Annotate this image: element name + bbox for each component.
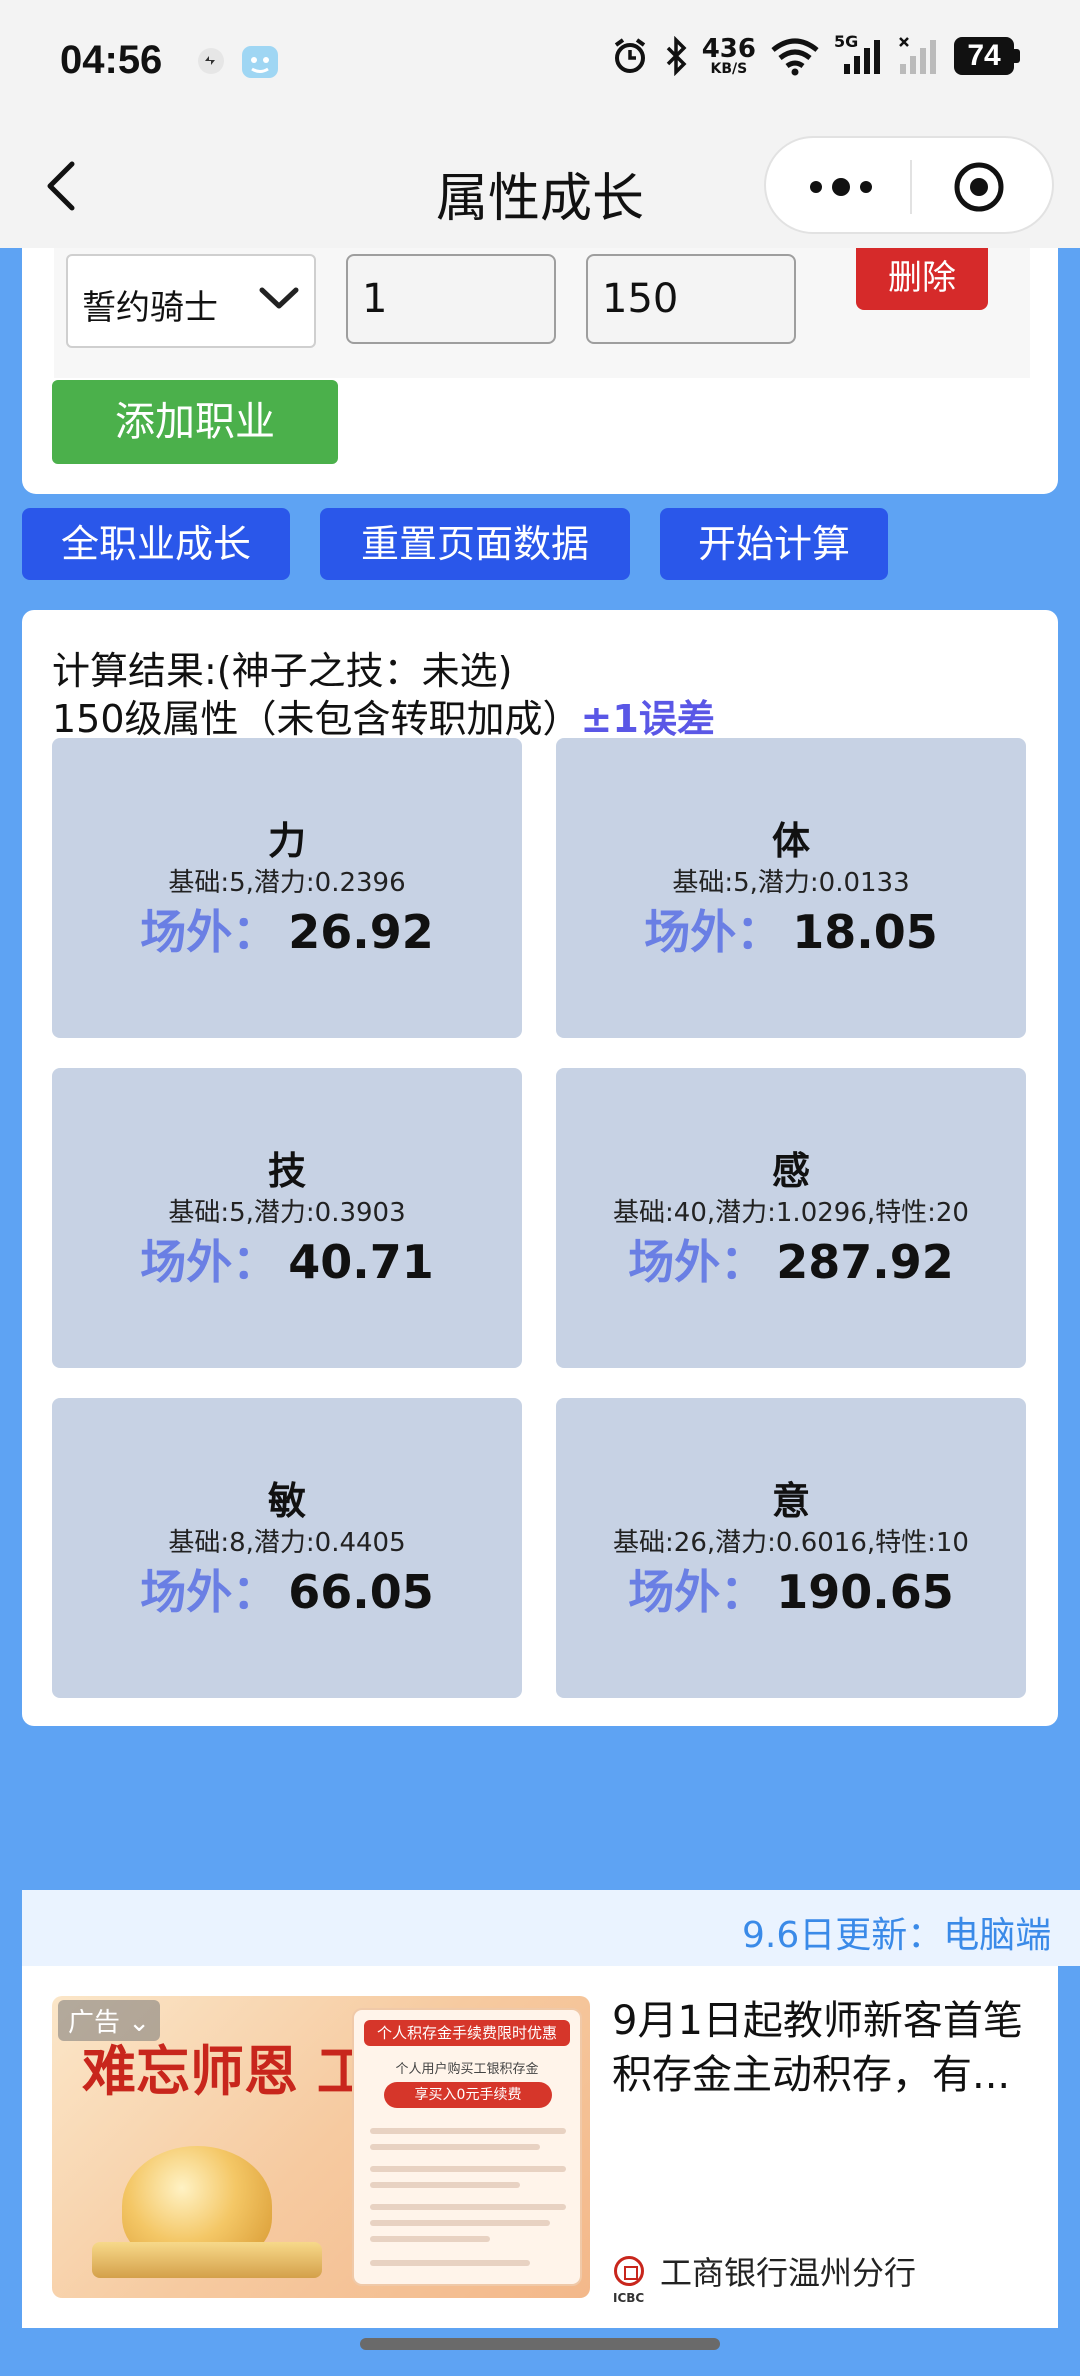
stat-value: 26.92 — [288, 905, 434, 959]
stat-value: 190.65 — [776, 1565, 954, 1619]
status-icons: 436 KB/S 5G 74 — [610, 32, 1020, 76]
ad-card[interactable]: 难忘师恩 工行有礼 个人积存金手续费限时优惠 个人用户购买工银积存金 享买入0元… — [22, 1966, 1058, 2328]
stat-name: 力 — [267, 819, 306, 863]
ad-image-card-title: 个人积存金手续费限时优惠 — [364, 2020, 570, 2046]
start-level-input[interactable]: 1 — [346, 254, 556, 344]
add-job-button[interactable]: 添加职业 — [52, 380, 338, 464]
battery-level: 74 — [954, 37, 1014, 75]
stat-name: 感 — [771, 1149, 810, 1193]
stat-value-row: 场外： 40.71 — [52, 1226, 522, 1292]
job-select[interactable]: 誓约骑士 — [66, 254, 316, 348]
net-speed-value: 436 — [701, 34, 756, 64]
update-marquee[interactable]: 9.6日更新：电脑端 — [22, 1890, 1080, 1966]
results-panel: 计算结果:(神子之技：未选) 150级属性（未包含转职加成）±1误差 力 基础:… — [22, 610, 1058, 1726]
stat-base: 基础:5,潜力:0.2396 — [168, 868, 406, 898]
stat-base: 基础:5,潜力:0.0133 — [672, 868, 910, 898]
stat-card-will: 意 基础:26,潜力:0.6016,特性:10 场外： 190.65 — [556, 1398, 1026, 1698]
all-jobs-growth-button[interactable]: 全职业成长 — [22, 508, 290, 580]
app-notification-icon — [198, 48, 224, 74]
ad-image-info-card: 个人积存金手续费限时优惠 个人用户购买工银积存金 享买入0元手续费 — [352, 2008, 582, 2286]
more-options-icon[interactable] — [806, 174, 876, 200]
stat-value-label: 场外： — [628, 1565, 767, 1619]
chevron-down-icon — [259, 287, 299, 309]
ad-title[interactable]: 9月1日起教师新客首笔积存金主动积存，有... — [612, 1994, 1042, 2102]
stat-name: 技 — [267, 1149, 306, 1193]
stat-base: 基础:8,潜力:0.4405 — [168, 1528, 406, 1558]
app-mascot-icon — [242, 46, 278, 78]
capsule-divider — [910, 160, 912, 214]
close-miniprogram-icon[interactable] — [952, 160, 1006, 214]
stat-base: 基础:5,潜力:0.3903 — [168, 1198, 406, 1228]
battery-icon: 74 — [954, 37, 1020, 75]
stat-value-label: 场外： — [140, 1235, 279, 1289]
stat-card-constitution: 体 基础:5,潜力:0.0133 场外： 18.05 — [556, 738, 1026, 1038]
stat-value-row: 场外： 26.92 — [52, 896, 522, 962]
stat-value: 40.71 — [288, 1235, 434, 1289]
job-select-value: 誓约骑士 — [82, 288, 218, 328]
job-config-panel: 誓约骑士 1 150 删除 添加职业 — [22, 248, 1058, 494]
error-margin-note: ±1误差 — [580, 697, 715, 741]
stat-value-row: 场外： 287.92 — [556, 1226, 1026, 1292]
job-row: 誓约骑士 1 150 删除 — [54, 248, 1030, 378]
stat-base: 基础:26,潜力:0.6016,特性:10 — [613, 1528, 969, 1558]
ad-fine-print — [370, 2220, 550, 2226]
stat-card-skill: 技 基础:5,潜力:0.3903 场外： 40.71 — [52, 1068, 522, 1368]
ad-brand[interactable]: ICBC 工商银行温州分行 — [613, 2248, 917, 2305]
results-title: 计算结果:(神子之技：未选) — [52, 649, 513, 693]
stat-name: 体 — [771, 819, 810, 863]
stat-value: 287.92 — [776, 1235, 954, 1289]
ad-image-card-pill: 享买入0元手续费 — [384, 2082, 552, 2108]
wifi-icon — [771, 38, 819, 76]
net-speed: 436 KB/S — [702, 36, 756, 76]
ad-fine-print — [370, 2128, 566, 2134]
delete-job-button[interactable]: 删除 — [856, 248, 988, 310]
bluetooth-icon — [666, 36, 687, 76]
results-subtitle: 150级属性（未包含转职加成）±1误差 — [52, 688, 715, 743]
stat-card-perception: 感 基础:40,潜力:1.0296,特性:20 场外： 287.92 — [556, 1068, 1026, 1368]
signal-weak-icon — [899, 37, 936, 74]
stat-value-row: 场外： 18.05 — [556, 896, 1026, 962]
home-indicator[interactable] — [360, 2338, 720, 2350]
reset-page-button[interactable]: 重置页面数据 — [320, 508, 630, 580]
icbc-logo-icon: ICBC — [613, 2256, 644, 2305]
ad-brand-name: 工商银行温州分行 — [660, 2254, 917, 2292]
stat-name: 意 — [771, 1479, 810, 1523]
results-level-note: 150级属性（未包含转职加成） — [52, 697, 581, 741]
mini-program-capsule — [764, 136, 1054, 234]
ad-fine-print — [370, 2182, 520, 2188]
net-speed-unit: KB/S — [710, 61, 748, 77]
ad-fine-print — [370, 2204, 566, 2210]
chevron-down-icon: ⌄ — [128, 2008, 151, 2038]
update-text: 9.6日更新：电脑端 — [742, 1915, 1052, 1956]
stat-value-row: 场外： 190.65 — [556, 1556, 1026, 1622]
alarm-icon — [614, 38, 645, 73]
status-bar: 04:56 436 KB/S 5G 74 — [0, 0, 1080, 126]
icbc-logo-text: ICBC — [613, 2291, 645, 2305]
stat-card-strength: 力 基础:5,潜力:0.2396 场外： 26.92 — [52, 738, 522, 1038]
ad-tag[interactable]: 广告 ⌄ — [58, 2000, 161, 2041]
ad-fine-print — [370, 2166, 566, 2172]
ad-image-card-sub: 个人用户购买工银积存金 — [395, 2062, 539, 2077]
title-bar: 属性成长 — [0, 126, 1080, 248]
end-level-input[interactable]: 150 — [586, 254, 796, 344]
stat-value: 66.05 — [288, 1565, 434, 1619]
stat-value-label: 场外： — [140, 905, 279, 959]
signal-5g-icon: 5G — [834, 32, 884, 76]
start-calculation-button[interactable]: 开始计算 — [660, 508, 888, 580]
ad-fine-print — [370, 2236, 490, 2242]
ad-fine-print — [370, 2144, 540, 2150]
stat-value-row: 场外： 66.05 — [52, 1556, 522, 1622]
clock: 04:56 — [60, 38, 163, 82]
ad-tag-label: 广告 — [68, 2008, 121, 2038]
gold-bars-illustration — [92, 2242, 322, 2278]
stat-base: 基础:40,潜力:1.0296,特性:20 — [613, 1198, 969, 1228]
stat-name: 敏 — [267, 1479, 306, 1523]
stat-value-label: 场外： — [644, 905, 783, 959]
ad-image[interactable]: 难忘师恩 工行有礼 个人积存金手续费限时优惠 个人用户购买工银积存金 享买入0元… — [52, 1996, 590, 2298]
stat-value-label: 场外： — [140, 1565, 279, 1619]
stat-value-label: 场外： — [628, 1235, 767, 1289]
stat-card-agility: 敏 基础:8,潜力:0.4405 场外： 66.05 — [52, 1398, 522, 1698]
stat-value: 18.05 — [792, 905, 938, 959]
ad-fine-print — [370, 2260, 530, 2266]
